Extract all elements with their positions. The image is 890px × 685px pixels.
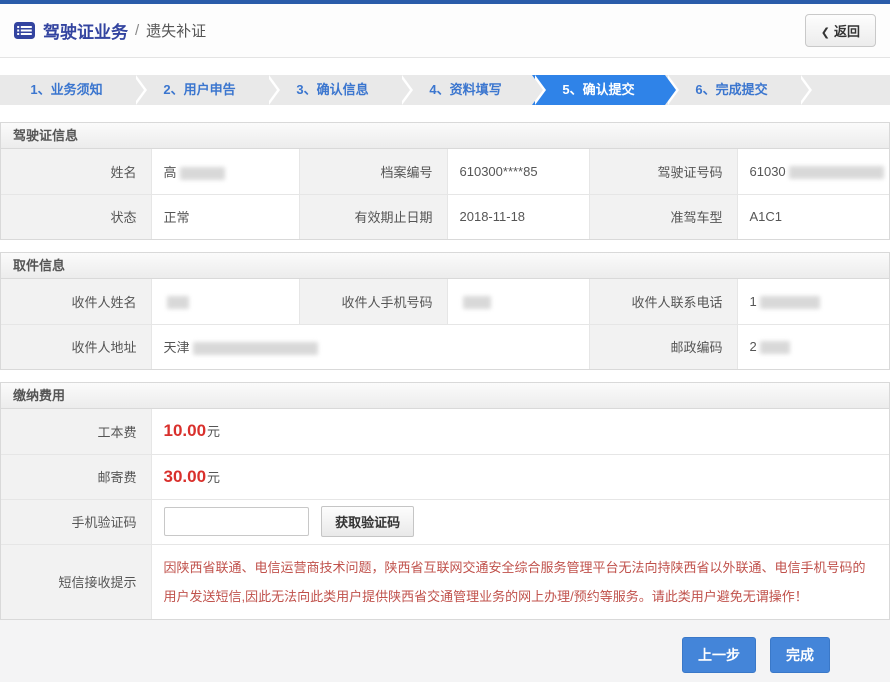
sms-code-cell: 获取验证码 [151, 499, 889, 544]
production-fee-amount: 10.00 [164, 421, 207, 440]
postage-fee-unit: 元 [207, 470, 220, 485]
fees-panel-title: 缴纳费用 [1, 383, 889, 409]
vehicle-class-value: A1C1 [737, 194, 889, 239]
step-tab-3[interactable]: 3、确认信息 [266, 75, 399, 105]
fees-panel: 缴纳费用 工本费 10.00元 邮寄费 30.00元 手机验证码 获取验证码 短… [0, 382, 890, 620]
page-header: 驾驶证业务 / 遗失补证 ❮ 返回 [0, 4, 890, 58]
step-tab-6[interactable]: 6、完成提交 [665, 75, 798, 105]
license-number-label: 驾驶证号码 [589, 149, 737, 194]
postage-fee-value: 30.00元 [151, 454, 889, 499]
license-info-table: 姓名 高 档案编号 610300****85 驾驶证号码 61030 状态 正常… [1, 149, 889, 239]
sms-notice-text: 因陕西省联通、电信运营商技术问题，陕西省互联网交通安全综合服务管理平台无法向持陕… [151, 544, 889, 619]
step-tab-1[interactable]: 1、业务须知 [0, 75, 133, 105]
breadcrumb-separator: / [135, 22, 139, 39]
postcode-value: 2 [737, 324, 889, 369]
table-row: 手机验证码 获取验证码 [1, 499, 889, 544]
license-info-panel: 驾驶证信息 姓名 高 档案编号 610300****85 驾驶证号码 61030… [0, 122, 890, 240]
production-fee-label: 工本费 [1, 409, 151, 454]
redacted-blur [789, 166, 884, 179]
page-title: 驾驶证业务 [43, 18, 128, 43]
back-arrow-icon: ❮ [821, 27, 830, 39]
name-value: 高 [151, 149, 299, 194]
step-tab-5-active[interactable]: 5、确认提交 [532, 75, 665, 105]
back-button-label: 返回 [834, 24, 860, 39]
recipient-name-label: 收件人姓名 [1, 279, 151, 324]
sms-notice-label: 短信接收提示 [1, 544, 151, 619]
previous-step-button[interactable]: 上一步 [682, 637, 756, 673]
status-value: 正常 [151, 194, 299, 239]
table-row: 收件人姓名 收件人手机号码 收件人联系电话 1 [1, 279, 889, 324]
expiry-date-value: 2018-11-18 [447, 194, 589, 239]
breadcrumb-subpage: 遗失补证 [146, 20, 206, 41]
redacted-blur [180, 167, 225, 180]
sms-code-label: 手机验证码 [1, 499, 151, 544]
fees-table: 工本费 10.00元 邮寄费 30.00元 手机验证码 获取验证码 短信接收提示… [1, 409, 889, 619]
table-row: 姓名 高 档案编号 610300****85 驾驶证号码 61030 [1, 149, 889, 194]
status-label: 状态 [1, 194, 151, 239]
finish-button[interactable]: 完成 [770, 637, 830, 673]
redacted-blur [463, 296, 491, 309]
postcode-label: 邮政编码 [589, 324, 737, 369]
step-progress-bar: 1、业务须知 2、用户申告 3、确认信息 4、资料填写 5、确认提交 6、完成提… [0, 75, 890, 105]
recipient-mobile-value [447, 279, 589, 324]
file-number-value: 610300****85 [447, 149, 589, 194]
recipient-phone-label: 收件人联系电话 [589, 279, 737, 324]
name-label: 姓名 [1, 149, 151, 194]
table-row: 工本费 10.00元 [1, 409, 889, 454]
license-number-value: 61030 [737, 149, 889, 194]
sms-code-input[interactable] [164, 507, 309, 536]
step-tab-4[interactable]: 4、资料填写 [399, 75, 532, 105]
file-number-label: 档案编号 [299, 149, 447, 194]
recipient-address-label: 收件人地址 [1, 324, 151, 369]
recipient-phone-value: 1 [737, 279, 889, 324]
pickup-info-panel: 取件信息 收件人姓名 收件人手机号码 收件人联系电话 1 收件人地址 天津 邮政… [0, 252, 890, 370]
redacted-blur [167, 296, 189, 309]
step-tab-2[interactable]: 2、用户申告 [133, 75, 266, 105]
redacted-blur [760, 341, 790, 354]
table-row: 邮寄费 30.00元 [1, 454, 889, 499]
production-fee-value: 10.00元 [151, 409, 889, 454]
license-panel-title: 驾驶证信息 [1, 123, 889, 149]
table-row: 收件人地址 天津 邮政编码 2 [1, 324, 889, 369]
vehicle-class-label: 准驾车型 [589, 194, 737, 239]
pickup-panel-title: 取件信息 [1, 253, 889, 279]
get-sms-code-button[interactable]: 获取验证码 [321, 506, 414, 537]
production-fee-unit: 元 [207, 424, 220, 439]
postage-fee-label: 邮寄费 [1, 454, 151, 499]
expiry-date-label: 有效期止日期 [299, 194, 447, 239]
list-icon [14, 22, 35, 39]
pickup-info-table: 收件人姓名 收件人手机号码 收件人联系电话 1 收件人地址 天津 邮政编码 2 [1, 279, 889, 369]
redacted-blur [760, 296, 820, 309]
recipient-name-value [151, 279, 299, 324]
redacted-blur [193, 342, 318, 355]
footer-action-bar: 上一步 完成 [0, 620, 890, 682]
recipient-mobile-label: 收件人手机号码 [299, 279, 447, 324]
postage-fee-amount: 30.00 [164, 467, 207, 486]
back-button[interactable]: ❮ 返回 [805, 14, 876, 47]
table-row: 状态 正常 有效期止日期 2018-11-18 准驾车型 A1C1 [1, 194, 889, 239]
table-row: 短信接收提示 因陕西省联通、电信运营商技术问题，陕西省互联网交通安全综合服务管理… [1, 544, 889, 619]
recipient-address-value: 天津 [151, 324, 589, 369]
